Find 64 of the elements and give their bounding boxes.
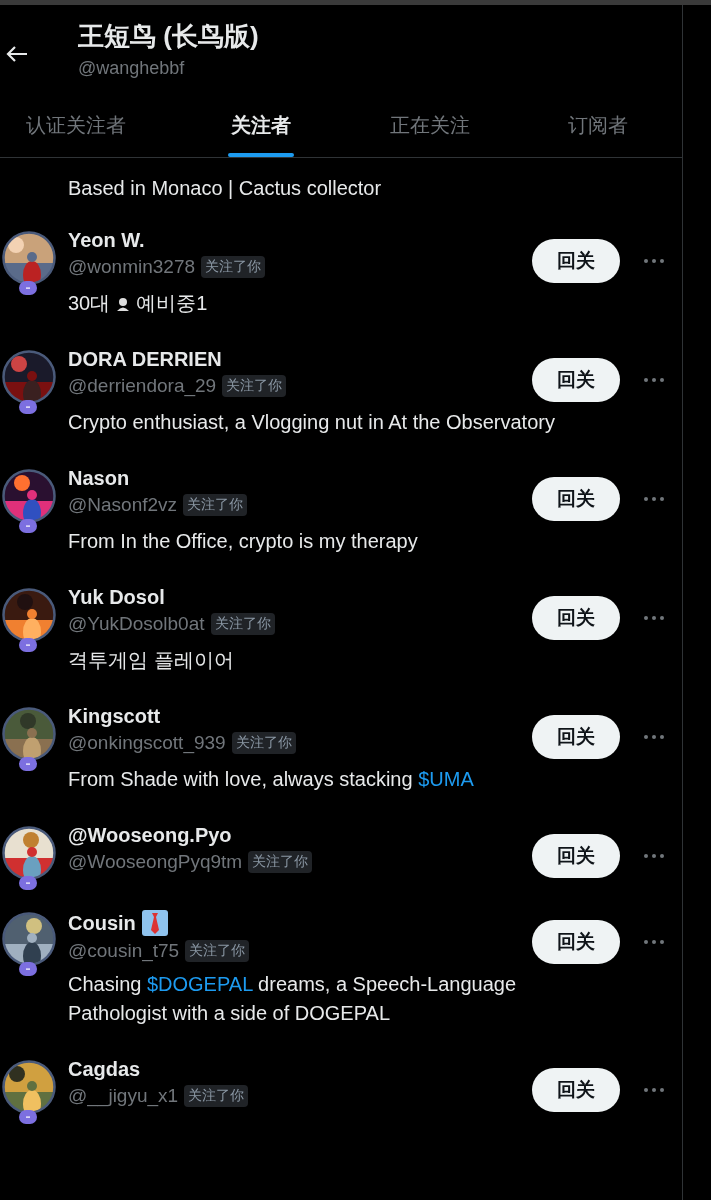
- status-badge-icon: [19, 519, 37, 533]
- follow-back-button[interactable]: 回关: [532, 1068, 620, 1112]
- user-name[interactable]: Cagdas: [68, 1058, 141, 1081]
- follows-you-label: 关注了你: [222, 375, 287, 397]
- follow-back-button[interactable]: 回关: [532, 920, 620, 964]
- more-icon: [644, 378, 664, 382]
- bio-text: Based in Monaco | Cactus collector: [68, 176, 383, 201]
- more-icon: [644, 940, 664, 944]
- more-icon: [644, 854, 664, 858]
- more-icon: [644, 735, 664, 739]
- user-handle: @WooseongPyq9tm: [68, 851, 243, 873]
- bio-text: From Shade with love, always stacking $UMA: [68, 767, 475, 792]
- follow-back-button[interactable]: 回关: [532, 477, 620, 521]
- status-badge-icon: [19, 757, 37, 771]
- tab[interactable]: 订阅者: [513, 103, 682, 157]
- follows-you-label: 关注了你: [210, 613, 275, 635]
- follow-back-button[interactable]: 回关: [532, 596, 620, 640]
- follow-back-button[interactable]: 回关: [532, 358, 620, 402]
- bio-text: 격투게임 플레이어: [68, 648, 235, 673]
- user-handle: @cousin_t75: [68, 940, 180, 962]
- bio-text: Chasing $DOGEPAL dreams, a Speech-Language Pathologist with a side of DOGEPAL: [68, 972, 518, 1026]
- follows-you-label: 关注了你: [183, 494, 248, 516]
- tab[interactable]: 认证关注者: [0, 103, 178, 157]
- bio-text: From In the Office, crypto is my therapy: [68, 529, 419, 554]
- status-badge-icon: [19, 281, 37, 295]
- tab[interactable]: 关注者: [177, 103, 346, 157]
- follow-back-button[interactable]: 回关: [532, 239, 620, 283]
- follows-you-label: 关注了你: [248, 851, 313, 873]
- follows-you-label: 关注了你: [184, 1085, 249, 1107]
- status-badge-icon: [19, 876, 37, 890]
- bio-text: Crypto enthusiast, a Vlogging nut in At the Observatory: [68, 410, 556, 435]
- user-name[interactable]: @Wooseong.Pyo: [68, 824, 232, 847]
- follows-you-label: 关注了你: [231, 732, 296, 754]
- user-name[interactable]: Kingscott: [68, 705, 161, 728]
- follows-you-label: 关注了你: [201, 256, 266, 278]
- user-handle: @derriendora_29: [68, 375, 217, 397]
- more-icon: [644, 259, 664, 263]
- user-handle: @onkingscott_939: [68, 732, 226, 754]
- bio-text: 30대 예비중1: [68, 291, 209, 316]
- follows-you-label: 关注了你: [185, 940, 250, 962]
- user-name[interactable]: Nason: [68, 467, 130, 490]
- more-icon: [644, 497, 664, 501]
- user-handle: @__jigyu_x1: [68, 1085, 179, 1107]
- follow-back-button[interactable]: 回关: [532, 715, 620, 759]
- user-name[interactable]: Yuk Dosol: [68, 586, 165, 609]
- status-badge-icon: [19, 638, 37, 652]
- cashtag-link[interactable]: $DOGEPAL: [146, 973, 253, 995]
- user-handle: @YukDosolb0at: [68, 613, 205, 635]
- user-name[interactable]: Cousin: [68, 911, 136, 935]
- more-icon: [644, 616, 664, 620]
- profile-handle: @wanghebbf: [78, 58, 186, 79]
- status-badge-icon: [19, 400, 37, 414]
- follow-back-button[interactable]: 回关: [532, 834, 620, 878]
- user-name[interactable]: Yeon W.: [68, 229, 145, 252]
- back-arrow-icon: [6, 45, 28, 63]
- profile-title: 王短鸟 (长鸟版): [78, 20, 259, 53]
- status-badge-icon: [19, 962, 37, 976]
- more-icon: [644, 1088, 664, 1092]
- user-handle: @wonmin3278: [68, 256, 196, 278]
- status-badge-icon: [19, 1110, 37, 1124]
- cashtag-link[interactable]: $UMA: [418, 768, 474, 790]
- user-handle: @Nasonf2vz: [68, 494, 178, 516]
- tab[interactable]: 正在关注: [345, 103, 514, 157]
- user-name[interactable]: DORA DERRIEN: [68, 348, 222, 371]
